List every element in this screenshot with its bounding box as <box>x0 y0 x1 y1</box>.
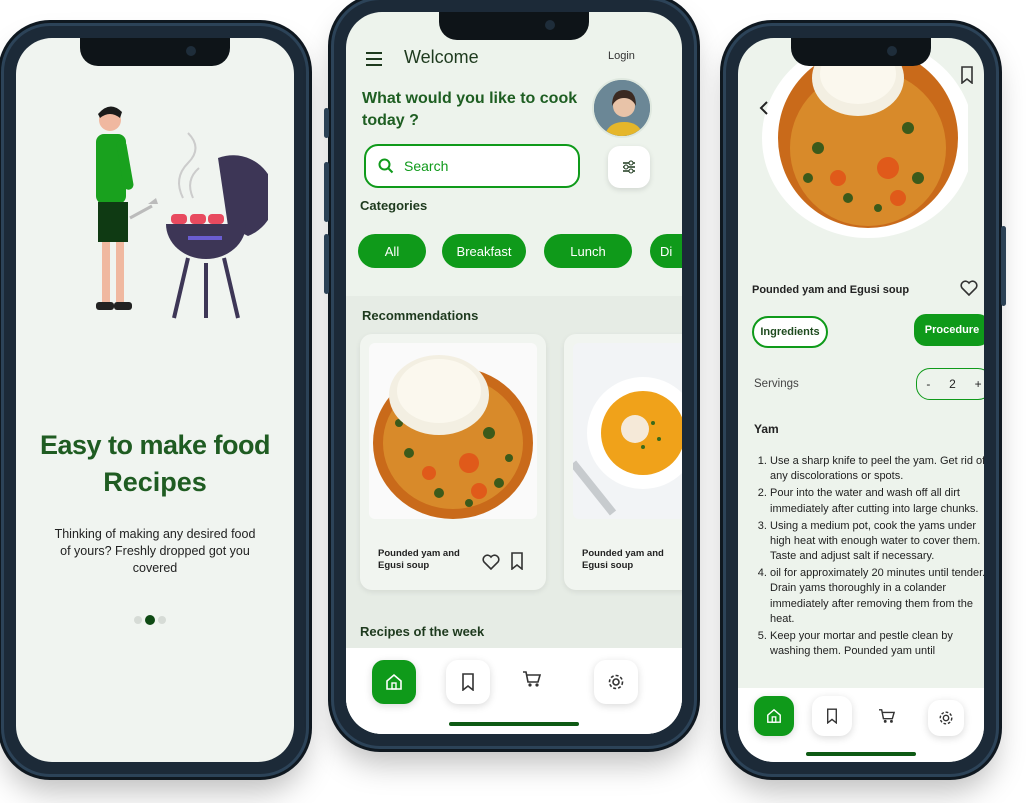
servings-stepper[interactable]: - 2 + <box>916 368 984 400</box>
notch <box>439 12 589 40</box>
bottom-nav <box>738 688 984 762</box>
cook-prompt: What would you like to cook today ? <box>362 90 578 129</box>
search-box[interactable]: Search <box>364 144 580 188</box>
filter-button[interactable] <box>608 146 650 188</box>
search-icon <box>378 158 394 174</box>
heart-icon[interactable] <box>482 554 500 570</box>
servings-value: 2 <box>949 377 956 391</box>
nav-saved[interactable] <box>446 660 490 704</box>
phone-home: Welcome Login What would you like to coo… <box>324 0 694 746</box>
procedure-step: Keep your mortar and pestle clean by was… <box>770 629 984 659</box>
side-button <box>324 108 329 138</box>
avatar[interactable] <box>592 78 652 138</box>
side-button <box>324 234 329 294</box>
pounded-yam-hero-image <box>762 38 968 238</box>
section-title: Yam <box>754 422 779 436</box>
side-button <box>1001 226 1006 306</box>
nav-home[interactable] <box>754 696 794 736</box>
nav-cart[interactable] <box>522 670 542 693</box>
page-dot-active[interactable] <box>145 615 155 625</box>
gear-icon <box>608 674 624 690</box>
phone-onboarding: Easy to make food Recipes Thinking of ma… <box>4 26 306 774</box>
bookmark-icon[interactable] <box>510 552 524 570</box>
category-all[interactable]: All <box>358 234 426 268</box>
category-row: All Breakfast Lunch Di <box>358 234 682 270</box>
recipe-card[interactable]: Pounded yam and Egusi soup <box>360 334 546 590</box>
bottom-nav <box>346 648 682 734</box>
recipe-title: Pounded yam and Egusi soup <box>752 284 910 296</box>
procedure-step: Using a medium pot, cook the yams under … <box>770 519 984 565</box>
servings-minus-button[interactable]: - <box>926 377 930 391</box>
login-link[interactable]: Login <box>608 50 635 62</box>
page-dot[interactable] <box>134 616 142 624</box>
bookmark-icon[interactable] <box>960 66 974 84</box>
barbecue-illustration <box>96 106 268 319</box>
notch <box>791 38 931 66</box>
phone-detail: Pounded yam and Egusi soup Ingredients P… <box>726 26 1006 774</box>
procedure-steps: Use a sharp knife to peel the yam. Get r… <box>754 454 984 688</box>
cart-icon <box>523 671 542 687</box>
welcome-title: Welcome <box>404 47 479 67</box>
servings-label: Servings <box>754 378 799 390</box>
category-breakfast[interactable]: Breakfast <box>442 234 526 268</box>
home-indicator <box>449 722 579 726</box>
pounded-yam-image <box>369 343 537 519</box>
recipe-card[interactable]: Pounded yam and Egusi soup <box>564 334 682 590</box>
pumpkin-soup-image <box>573 343 682 519</box>
notch <box>80 38 230 66</box>
recipe-name: Pounded yam and Egusi soup <box>582 548 664 572</box>
procedure-step: Pour into the water and wash off all dir… <box>770 486 984 516</box>
categories-title: Categories <box>360 198 428 213</box>
onboarding-screen: Easy to make food Recipes Thinking of ma… <box>16 38 294 762</box>
heart-icon[interactable] <box>960 280 978 296</box>
bookmark-icon <box>827 708 837 724</box>
nav-home[interactable] <box>372 660 416 704</box>
tab-ingredients[interactable]: Ingredients <box>752 316 828 348</box>
page-indicator[interactable] <box>134 615 166 625</box>
menu-icon[interactable] <box>366 52 382 66</box>
procedure-step: oil for approximately 20 minutes until t… <box>770 566 984 627</box>
nav-cart[interactable] <box>878 708 896 729</box>
cart-icon <box>879 709 896 723</box>
home-icon <box>767 708 781 723</box>
search-input[interactable]: Search <box>404 158 448 174</box>
recipe-name: Pounded yam and Egusi soup <box>378 548 460 572</box>
tab-procedure[interactable]: Procedure <box>914 314 984 346</box>
nav-saved[interactable] <box>812 696 852 736</box>
back-icon[interactable] <box>758 100 770 116</box>
detail-screen: Pounded yam and Egusi soup Ingredients P… <box>738 38 984 762</box>
nav-settings[interactable] <box>594 660 638 704</box>
gear-icon <box>939 711 953 725</box>
nav-settings[interactable] <box>928 700 964 736</box>
page-dot[interactable] <box>158 616 166 624</box>
onboarding-headline: Easy to make food <box>39 430 271 460</box>
onboarding-headline-2: Recipes <box>103 467 207 497</box>
category-lunch[interactable]: Lunch <box>544 234 632 268</box>
procedure-step: Use a sharp knife to peel the yam. Get r… <box>770 454 984 484</box>
week-title: Recipes of the week <box>360 624 485 639</box>
category-dinner[interactable]: Di <box>650 234 682 268</box>
onboarding-subtitle: Thinking of making any desired food of y… <box>54 527 256 575</box>
recommendations-title: Recommendations <box>362 308 479 323</box>
filter-icon <box>623 160 635 174</box>
side-button <box>324 162 329 222</box>
home-indicator <box>806 752 916 756</box>
servings-plus-button[interactable]: + <box>975 377 982 391</box>
home-icon <box>386 673 402 690</box>
home-screen: Welcome Login What would you like to coo… <box>346 12 682 734</box>
bookmark-icon <box>462 673 474 691</box>
